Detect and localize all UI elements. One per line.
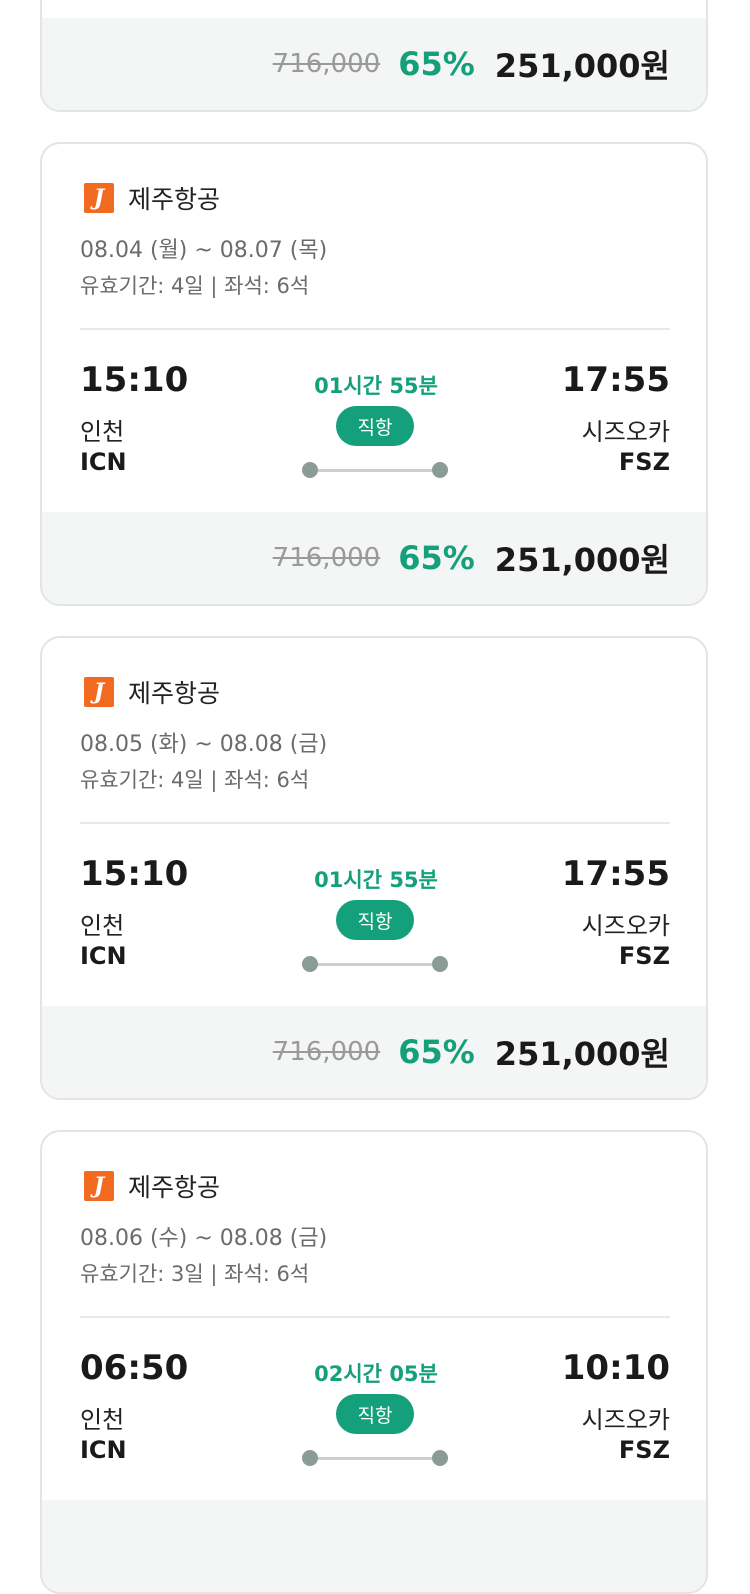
arrival-time: 17:55 [561,360,670,400]
arrival-time: 10:10 [561,1348,670,1388]
departure-time: 15:10 [80,854,189,894]
departure-code: ICN [80,942,127,970]
price-bar [42,1500,706,1592]
flight-card[interactable]: J 제주항공 08.05 (화) ~ 08.08 (금) 유효기간: 4일 | … [40,636,708,1100]
route-start-dot [302,462,318,478]
validity-seats: 유효기간: 3일 | 좌석: 6석 [80,1262,310,1286]
divider [80,1316,670,1318]
direct-badge: 직항 [336,406,414,446]
arrival-code: FSZ [618,448,670,476]
airline-row: J 제주항공 [84,1168,220,1204]
divider [80,822,670,824]
route-start-dot [302,1450,318,1466]
original-price: 716,000 [272,1037,381,1067]
flight-duration: 01시간 55분 [314,374,438,398]
divider [80,328,670,330]
direct-badge: 직항 [336,900,414,940]
price-bar: 716,000 65% 251,000원 [42,18,706,110]
flight-card-partial[interactable]: 716,000 65% 251,000원 [40,0,708,112]
arrival-code: FSZ [618,942,670,970]
discount-rate: 65% [398,539,475,577]
departure-city: 인천 [80,418,125,446]
arrival-code: FSZ [618,1436,670,1464]
route-start-dot [302,956,318,972]
airline-name: 제주항공 [128,679,221,708]
route-line [310,1457,440,1460]
airline-name: 제주항공 [128,185,221,214]
route-end-dot [432,956,448,972]
flight-card[interactable]: J 제주항공 08.04 (월) ~ 08.07 (목) 유효기간: 4일 | … [40,142,708,606]
departure-code: ICN [80,448,127,476]
final-price: 251,000원 [494,541,670,579]
original-price: 716,000 [272,49,381,79]
route-end-dot [432,462,448,478]
travel-dates: 08.06 (수) ~ 08.08 (금) [80,1226,328,1251]
departure-time: 15:10 [80,360,189,400]
airline-logo-icon: J [84,183,114,213]
price-bar: 716,000 65% 251,000원 [42,512,706,604]
discount-rate: 65% [398,1033,475,1071]
departure-city: 인천 [80,912,125,940]
departure-city: 인천 [80,1406,125,1434]
arrival-city: 시즈오카 [581,912,670,940]
final-price: 251,000원 [494,1035,670,1073]
travel-dates: 08.04 (월) ~ 08.07 (목) [80,238,328,263]
final-price: 251,000원 [494,47,670,85]
flight-card[interactable]: J 제주항공 08.06 (수) ~ 08.08 (금) 유효기간: 3일 | … [40,1130,708,1594]
airline-row: J 제주항공 [84,674,220,710]
price-bar: 716,000 65% 251,000원 [42,1006,706,1098]
validity-seats: 유효기간: 4일 | 좌석: 6석 [80,274,310,298]
departure-time: 06:50 [80,1348,189,1388]
arrival-city: 시즈오카 [581,1406,670,1434]
flight-duration: 02시간 05분 [314,1362,438,1386]
route-end-dot [432,1450,448,1466]
direct-badge: 직항 [336,1394,414,1434]
airline-logo-icon: J [84,677,114,707]
travel-dates: 08.05 (화) ~ 08.08 (금) [80,732,328,757]
flight-duration: 01시간 55분 [314,868,438,892]
airline-name: 제주항공 [128,1173,221,1202]
route-line [310,469,440,472]
departure-code: ICN [80,1436,127,1464]
arrival-city: 시즈오카 [581,418,670,446]
airline-row: J 제주항공 [84,180,220,216]
validity-seats: 유효기간: 4일 | 좌석: 6석 [80,768,310,792]
arrival-time: 17:55 [561,854,670,894]
original-price: 716,000 [272,543,381,573]
discount-rate: 65% [398,45,475,83]
airline-logo-icon: J [84,1171,114,1201]
route-line [310,963,440,966]
